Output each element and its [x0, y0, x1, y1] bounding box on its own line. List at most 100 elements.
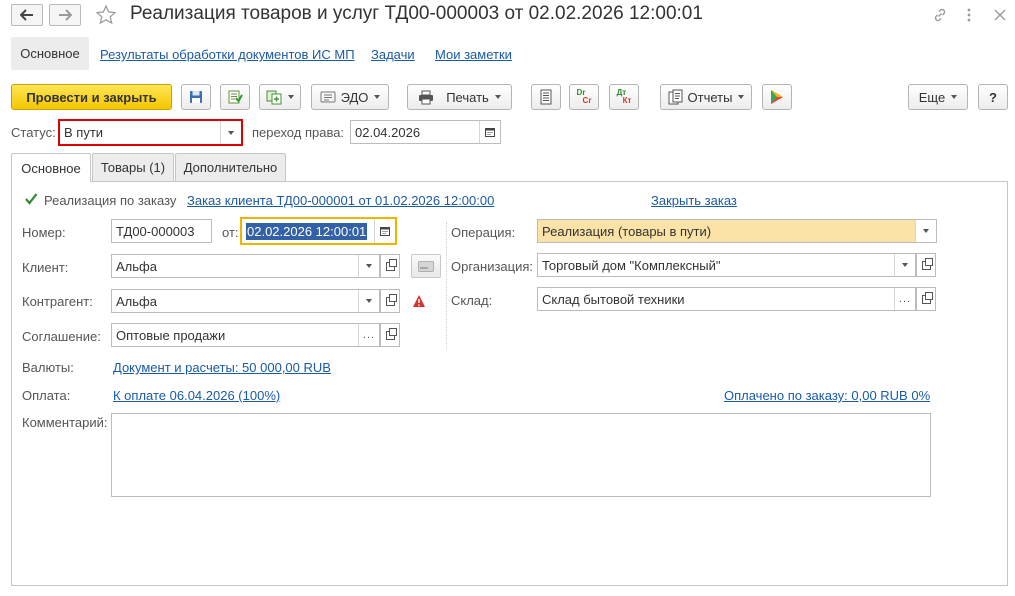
- status-dropdown-button[interactable]: [220, 121, 241, 144]
- dr-cr-bottom: Cr: [582, 96, 592, 105]
- edo-label: ЭДО: [340, 89, 369, 105]
- currency-link[interactable]: Документ и расчеты: 50 000,00 RUB: [113, 360, 331, 375]
- tab-main[interactable]: Основное: [11, 37, 89, 70]
- warehouse-select-button[interactable]: ...: [894, 288, 915, 310]
- client-open-button[interactable]: [380, 254, 400, 278]
- status-select[interactable]: В пути: [58, 119, 243, 146]
- tab-ismp-results[interactable]: Результаты обработки документов ИС МП: [100, 47, 355, 62]
- chevron-down-icon: [902, 263, 908, 267]
- chevron-down-icon: [366, 299, 372, 303]
- tab-notes[interactable]: Мои заметки: [435, 47, 512, 62]
- transfer-calendar-button[interactable]: [479, 121, 500, 143]
- agreement-open-button[interactable]: [380, 323, 400, 347]
- arrow-left-icon: [20, 9, 33, 21]
- print-button[interactable]: Печать: [407, 84, 512, 110]
- back-button[interactable]: [11, 4, 43, 26]
- form-tab-goods[interactable]: Товары (1): [92, 153, 174, 181]
- document-list-icon: [540, 89, 552, 105]
- edo-icon: [320, 91, 336, 103]
- star-icon: [95, 4, 117, 25]
- paid-by-order-link[interactable]: Оплачено по заказу: 0,00 RUB 0%: [724, 388, 930, 403]
- structure-button[interactable]: [531, 84, 561, 110]
- date-from-label: от:: [222, 225, 239, 240]
- chevron-down-icon: [738, 95, 745, 99]
- favorite-button[interactable]: [95, 4, 117, 26]
- payment-link[interactable]: К оплате 06.04.2026 (100%): [113, 388, 280, 403]
- more-vertical-icon: [967, 8, 971, 22]
- post-button[interactable]: [220, 84, 250, 110]
- close-order-link[interactable]: Закрыть заказ: [651, 193, 737, 208]
- number-value: ТД00-000003: [116, 223, 195, 239]
- warehouse-open-button[interactable]: [916, 287, 936, 311]
- comment-label: Комментарий:: [22, 415, 108, 430]
- post-and-close-button[interactable]: Провести и закрыть: [11, 84, 172, 110]
- create-based-icon: [266, 90, 282, 105]
- payment-label: Оплата:: [22, 388, 71, 403]
- save-button[interactable]: [181, 84, 211, 110]
- transfer-date-field[interactable]: 02.04.2026: [350, 120, 501, 144]
- contractor-dropdown-button[interactable]: [358, 290, 379, 312]
- order-link[interactable]: Заказ клиента ТД00-000001 от 01.02.2026 …: [187, 193, 494, 208]
- forward-button[interactable]: [49, 4, 81, 26]
- open-form-icon: [385, 293, 397, 306]
- open-form-icon: [385, 258, 397, 271]
- date-calendar-button[interactable]: [374, 219, 395, 243]
- reports-label: Отчеты: [687, 89, 733, 105]
- transfer-label: переход права:: [252, 125, 345, 140]
- contractor-open-button[interactable]: [380, 289, 400, 313]
- operation-dropdown-button[interactable]: [915, 220, 936, 242]
- operation-label: Операция:: [451, 225, 516, 240]
- reports-button[interactable]: Отчеты: [660, 84, 752, 110]
- organization-open-button[interactable]: [916, 253, 936, 277]
- warehouse-value: Склад бытовой техники: [542, 291, 685, 307]
- transfer-date-value: 02.04.2026: [355, 124, 421, 140]
- agreement-value: Оптовые продажи: [116, 327, 226, 343]
- more-label: Еще: [918, 89, 946, 105]
- by-order-label: Реализация по заказу: [44, 193, 177, 208]
- organization-dropdown-button[interactable]: [894, 254, 915, 276]
- ellipsis-icon: ...: [362, 329, 376, 341]
- date-field[interactable]: 02.02.2026 12:00:01: [240, 217, 397, 245]
- warehouse-field[interactable]: Склад бытовой техники ...: [537, 287, 916, 311]
- client-dropdown-button[interactable]: [358, 255, 379, 277]
- form-tab-extra[interactable]: Дополнительно: [175, 153, 286, 181]
- dt-kt-bottom: Кт: [622, 96, 632, 105]
- client-field[interactable]: Альфа: [111, 254, 380, 278]
- card-icon: [418, 260, 434, 272]
- agreement-label: Соглашение:: [22, 329, 101, 344]
- close-button[interactable]: [991, 6, 1009, 24]
- chevron-down-icon: [923, 229, 929, 233]
- dt-kt-button[interactable]: Дт Кт: [609, 84, 639, 110]
- client-card-button[interactable]: [411, 254, 441, 278]
- menu-button[interactable]: [960, 6, 978, 24]
- dt-kt-icon: Дт Кт: [617, 89, 632, 105]
- close-icon: [994, 9, 1006, 21]
- ellipsis-icon: ...: [898, 293, 912, 305]
- organization-label: Организация:: [451, 259, 534, 274]
- agreement-field[interactable]: Оптовые продажи ...: [111, 323, 380, 347]
- comment-textarea[interactable]: [111, 413, 931, 497]
- app-button[interactable]: [762, 84, 792, 110]
- create-based-on-button[interactable]: [259, 84, 301, 110]
- edo-button[interactable]: ЭДО: [311, 84, 389, 110]
- contractor-field[interactable]: Альфа: [111, 289, 380, 313]
- operation-field[interactable]: Реализация (товары в пути): [537, 219, 937, 243]
- play-colored-icon: [771, 90, 783, 104]
- print-label: Печать: [446, 89, 489, 105]
- tab-tasks[interactable]: Задачи: [371, 47, 415, 62]
- agreement-select-button[interactable]: ...: [358, 324, 379, 346]
- number-field[interactable]: ТД00-000003: [111, 219, 212, 243]
- arrow-right-icon: [59, 9, 72, 21]
- warehouse-label: Склад:: [451, 293, 493, 308]
- dr-cr-button[interactable]: Dr Cr: [569, 84, 599, 110]
- help-button[interactable]: ?: [978, 84, 1008, 110]
- by-order-checkbox[interactable]: [24, 192, 38, 206]
- column-divider: [446, 222, 447, 350]
- organization-field[interactable]: Торговый дом "Комплексный": [537, 253, 916, 277]
- checkmark-icon: [25, 193, 38, 205]
- open-form-icon: [921, 291, 933, 304]
- form-tab-main[interactable]: Основное: [11, 153, 91, 182]
- more-button[interactable]: Еще: [908, 84, 968, 110]
- warning-icon[interactable]: [412, 294, 426, 308]
- link-button[interactable]: [931, 6, 949, 24]
